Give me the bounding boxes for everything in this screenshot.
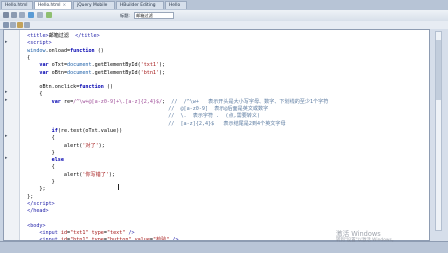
tab-hello[interactable]: Hello [165, 1, 187, 9]
code-view-icon[interactable] [3, 12, 9, 18]
tab-label: jQuery Mobile [77, 3, 108, 8]
code-line[interactable]: var oTxt=document.getElementById('txt1')… [21, 62, 165, 69]
code-line[interactable]: // [a-z]{2,4}$ 表示结尾是2到4个英文字母 [21, 121, 285, 128]
code-line[interactable]: { [21, 55, 30, 62]
code-line[interactable]: { [21, 135, 55, 142]
collapse-icon[interactable]: ▸ [5, 40, 7, 45]
tab-label: Hello.html [38, 3, 61, 8]
tab-hello-html-2[interactable]: Hello.html × [34, 1, 72, 9]
editor-window: Hello.html Hello.html × jQuery Mobile HBu… [0, 0, 448, 253]
tab-hello-html-1[interactable]: Hello.html [1, 1, 33, 9]
close-icon[interactable]: × [62, 3, 66, 8]
title-label: 标题: [120, 13, 130, 18]
text-cursor [118, 184, 119, 190]
code-editor[interactable]: ▸ ▸ ▸ ▸ ▸ <title>邮箱过滤 </title> <script> … [3, 29, 430, 241]
code-line[interactable]: var re=/^\w+@[a-z0-9]+\.[a-z]{2,4}$/; //… [21, 99, 329, 106]
code-line[interactable]: { [21, 164, 55, 171]
code-line[interactable]: }; [21, 186, 45, 193]
refresh-icon[interactable] [46, 12, 52, 18]
collapse-icon[interactable]: ▸ [5, 90, 7, 95]
scrollbar-thumb[interactable] [436, 40, 441, 100]
code-line[interactable]: </head> [21, 208, 48, 215]
tab-label: Hello [169, 3, 181, 8]
open-icon[interactable] [10, 22, 16, 28]
code-line[interactable]: else [21, 157, 64, 164]
collapse-icon[interactable]: ▸ [5, 156, 7, 161]
code-line[interactable]: alert('你写错了'); [21, 172, 115, 179]
format-icon[interactable] [24, 22, 30, 28]
code-line[interactable]: } [21, 179, 55, 186]
collapse-icon[interactable]: ▸ [5, 134, 7, 139]
right-panel [430, 29, 448, 241]
code-line[interactable]: } [21, 150, 55, 157]
code-line[interactable]: // \. 表示字符 . (点,需要转义) [21, 113, 260, 120]
tab-hbuilder-editing[interactable]: HBuilder Editing [116, 1, 164, 9]
vertical-scrollbar[interactable] [435, 31, 442, 231]
split-view-icon[interactable] [11, 12, 17, 18]
code-line[interactable]: var oBtn=document.getElementById('btn1')… [21, 70, 165, 77]
code-line[interactable]: <title>邮箱过滤 </title> [21, 33, 100, 40]
collapse-icon[interactable]: ▸ [5, 98, 7, 103]
code-line[interactable]: window.onload=function () [21, 48, 104, 55]
file-icon[interactable] [3, 22, 9, 28]
code-line[interactable]: oBtn.onclick=function () [21, 84, 113, 91]
editor-gutter: ▸ ▸ ▸ ▸ ▸ [4, 30, 20, 240]
code-line[interactable]: }; [21, 194, 33, 201]
tab-label: Hello.html [5, 3, 28, 8]
tab-jquery-mobile[interactable]: jQuery Mobile [73, 1, 115, 9]
inspect-icon[interactable] [37, 12, 43, 18]
code-line[interactable]: <script> [21, 40, 52, 47]
folder-icon[interactable] [17, 22, 23, 28]
tab-label: HBuilder Editing [120, 3, 156, 8]
code-line[interactable]: if(re.test(oTxt.value)) [21, 128, 123, 135]
code-line[interactable]: alert('对了'); [21, 143, 105, 150]
code-line[interactable]: </script> [21, 201, 55, 208]
activation-watermark-subtitle: 转到"设置"以激活 Windows。 [336, 238, 397, 243]
code-line[interactable]: <body> [21, 223, 45, 230]
title-field[interactable]: 邮箱过滤 [134, 12, 174, 19]
design-view-icon[interactable] [19, 12, 25, 18]
live-view-icon[interactable] [28, 12, 34, 18]
code-line[interactable]: { [21, 91, 42, 98]
